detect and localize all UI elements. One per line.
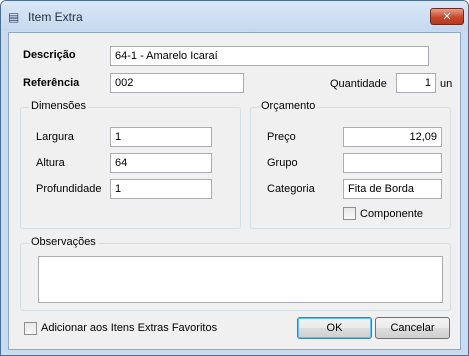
profundidade-input[interactable]: 1 — [110, 179, 212, 199]
grupo-label: Grupo — [267, 157, 298, 169]
categoria-select[interactable]: Fita de Borda — [343, 179, 442, 199]
close-icon: ✕ — [442, 10, 452, 23]
componente-label: Componente — [360, 208, 423, 220]
grupo-input[interactable] — [343, 153, 442, 173]
dialog-body: Descrição 64-1 - Amarelo Icaraí Referênc… — [8, 32, 461, 350]
largura-input[interactable]: 1 — [110, 127, 212, 147]
preco-input[interactable]: 12,09 — [343, 127, 442, 147]
document-icon: ▤ — [8, 10, 20, 24]
quantidade-label: Quantidade — [330, 78, 387, 90]
close-button[interactable]: ✕ — [430, 8, 464, 25]
descricao-input[interactable]: 64-1 - Amarelo Icaraí — [110, 46, 429, 66]
dialog-window: ▤ Item Extra ✕ Descrição 64-1 - Amarelo … — [0, 0, 469, 356]
referencia-label: Referência — [23, 77, 80, 89]
referencia-input[interactable]: 002 — [110, 73, 244, 93]
descricao-label: Descrição — [23, 49, 76, 61]
orcamento-title: Orçamento — [259, 100, 318, 112]
preco-label: Preço — [267, 131, 296, 143]
title-bar[interactable]: ▤ Item Extra ✕ — [1, 1, 468, 31]
categoria-label: Categoria — [267, 183, 315, 195]
quantidade-input[interactable]: 1 — [396, 73, 436, 93]
favoritos-label: Adicionar aos Itens Extras Favoritos — [41, 322, 218, 334]
profundidade-label: Profundidade — [36, 183, 102, 195]
observacoes-title: Observações — [29, 236, 98, 248]
altura-label: Altura — [36, 157, 65, 169]
quantidade-unit: un — [440, 78, 453, 90]
favoritos-checkbox[interactable] — [24, 322, 37, 335]
altura-input[interactable]: 64 — [110, 153, 212, 173]
ok-button[interactable]: OK — [297, 317, 372, 339]
window-title: Item Extra — [28, 10, 83, 24]
componente-checkbox[interactable] — [343, 207, 356, 220]
cancel-button[interactable]: Cancelar — [375, 317, 450, 339]
observacoes-textarea[interactable] — [38, 256, 443, 303]
largura-label: Largura — [36, 131, 74, 143]
dimensoes-title: Dimensões — [29, 100, 89, 112]
